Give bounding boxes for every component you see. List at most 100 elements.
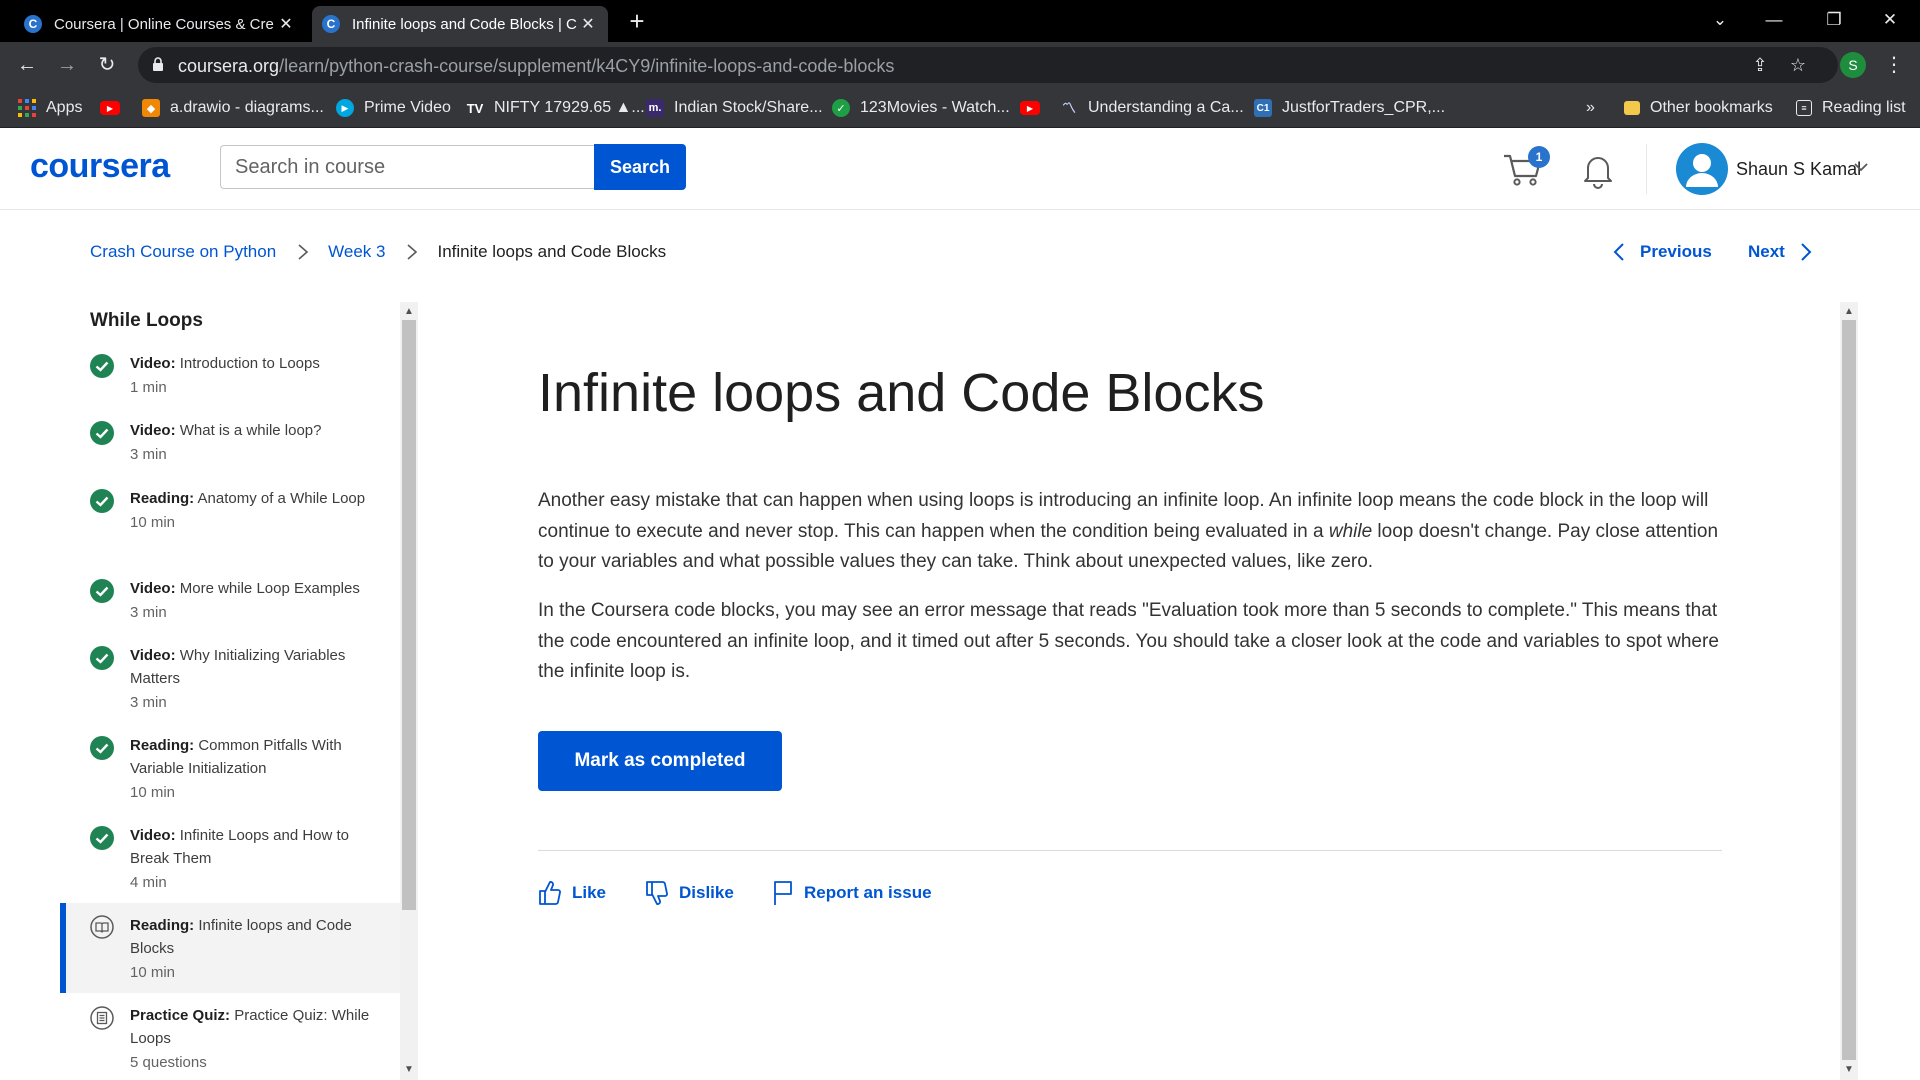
notification-bell-icon[interactable] xyxy=(1580,150,1616,190)
bookmark-label: Apps xyxy=(46,99,83,116)
dislike-label: Dislike xyxy=(679,883,734,902)
search-button[interactable]: Search xyxy=(594,144,686,190)
bookmark-label: Prime Video xyxy=(364,99,451,116)
youtube-icon: ▶ xyxy=(1020,101,1040,115)
bookmark-label: Reading list xyxy=(1822,99,1906,116)
more-vert-icon[interactable]: ⋮ xyxy=(1884,50,1904,80)
check-circle-icon xyxy=(90,354,114,378)
header-divider xyxy=(1646,144,1647,194)
bookmark-apps[interactable]: Apps xyxy=(18,96,82,120)
breadcrumb-week-link[interactable]: Week 3 xyxy=(328,242,385,262)
check-circle-icon xyxy=(90,826,114,850)
drawio-icon: ◆ xyxy=(142,99,160,117)
check-circle-icon xyxy=(90,421,114,445)
bookmark-nifty[interactable]: TV NIFTY 17929.65 ▲... xyxy=(466,96,645,120)
next-label: Next xyxy=(1748,242,1785,261)
sidebar-item-text: Video: Introduction to Loops 1 min xyxy=(130,355,320,396)
bookmark-label: Understanding a Ca... xyxy=(1088,99,1244,116)
bookmark-label: Indian Stock/Share... xyxy=(674,99,823,116)
sidebar-section-title: While Loops xyxy=(90,310,203,331)
tab-title: Infinite loops and Code Blocks | C xyxy=(352,15,577,33)
share-icon[interactable]: ⇪ xyxy=(1748,53,1772,77)
browser-tab-current[interactable]: C Infinite loops and Code Blocks | C ✕ xyxy=(312,6,608,42)
close-icon[interactable]: ✕ xyxy=(578,14,598,34)
window-close-icon[interactable]: ✕ xyxy=(1862,0,1918,40)
cart-count-badge: 1 xyxy=(1528,146,1550,168)
sidebar-item[interactable]: Video: What is a while loop? 3 min xyxy=(60,419,400,479)
sidebar-item-text: Video: More while Loop Examples 3 min xyxy=(130,580,360,621)
book-open-icon xyxy=(90,915,114,939)
scroll-down-arrow-icon[interactable]: ▼ xyxy=(403,1064,415,1076)
sidebar-item[interactable]: Reading: Common Pitfalls With Variable I… xyxy=(60,734,400,814)
bookmarks-overflow-chevron[interactable]: » xyxy=(1586,96,1595,120)
main-scrollbar[interactable]: ▲ ▼ xyxy=(1840,302,1858,1080)
lock-icon xyxy=(153,57,163,71)
restore-icon[interactable]: ❐ xyxy=(1806,0,1862,40)
report-issue-button[interactable]: Report an issue xyxy=(772,877,932,909)
coursera-logo[interactable]: coursera xyxy=(30,147,170,186)
next-item-link[interactable]: Next xyxy=(1748,242,1813,262)
bookmark-star-icon[interactable]: ☆ xyxy=(1786,53,1810,77)
sidebar-item-text: Video: Infinite Loops and How to Break T… xyxy=(130,827,350,891)
sidebar-scrollbar[interactable]: ▲ ▼ xyxy=(400,302,418,1080)
address-bar[interactable]: coursera.org/learn/python-crash-course/s… xyxy=(138,47,1838,83)
close-icon[interactable]: ✕ xyxy=(276,14,296,34)
browser-tab-coursera-home[interactable]: C Coursera | Online Courses & Cre ✕ xyxy=(14,6,306,42)
bookmark-moneycontrol[interactable]: m. Indian Stock/Share... xyxy=(646,96,823,120)
user-name[interactable]: Shaun S Kamal xyxy=(1736,159,1861,180)
sidebar-item[interactable]: Video: Why Initializing Variables Matter… xyxy=(60,644,400,724)
reload-icon[interactable]: ↻ xyxy=(92,50,122,80)
sidebar-item[interactable]: Reading: Anatomy of a While Loop 10 min xyxy=(60,487,400,567)
coursera-favicon-icon: C xyxy=(24,15,42,33)
main-scrollbar-thumb[interactable] xyxy=(1842,320,1856,1060)
quiz-list-icon xyxy=(90,1006,114,1030)
chrome-profile-avatar[interactable]: S xyxy=(1840,52,1866,78)
bookmark-123movies[interactable]: ✓ 123Movies - Watch... xyxy=(832,96,1010,120)
previous-item-link[interactable]: Previous xyxy=(1612,242,1712,262)
youtube-icon: ▶ xyxy=(100,101,120,115)
mark-as-completed-button[interactable]: Mark as completed xyxy=(538,731,782,791)
sidebar-item-text: Reading: Anatomy of a While Loop 10 min xyxy=(130,490,366,531)
forward-arrow-icon[interactable]: → xyxy=(52,50,82,80)
content-paragraph: In the Coursera code blocks, you may see… xyxy=(538,600,1719,682)
like-button[interactable]: Like xyxy=(538,877,606,909)
sidebar-item[interactable]: Video: Introduction to Loops 1 min xyxy=(60,352,400,412)
breadcrumb-current: Infinite loops and Code Blocks xyxy=(437,242,667,261)
bookmark-other-folder[interactable]: Other bookmarks xyxy=(1624,96,1773,120)
sidebar-scrollbar-thumb[interactable] xyxy=(402,320,416,910)
search-input[interactable] xyxy=(220,145,594,189)
chevron-down-icon[interactable] xyxy=(1852,158,1870,176)
sidebar-item-text: Reading: Common Pitfalls With Variable I… xyxy=(130,737,342,801)
tab-search-chevron-icon[interactable]: ⌄ xyxy=(1692,0,1748,40)
minimize-icon[interactable]: — xyxy=(1746,0,1802,40)
check-circle-icon xyxy=(90,579,114,603)
chevron-left-icon xyxy=(1613,243,1624,261)
bookmark-youtube-1[interactable]: ▶ xyxy=(100,96,130,120)
bookmark-prime-video[interactable]: ▶ Prime Video xyxy=(336,96,451,120)
coursera-favicon-icon: C xyxy=(322,15,340,33)
scroll-up-arrow-icon[interactable]: ▲ xyxy=(1843,306,1855,318)
reading-list-button[interactable]: ≡ Reading list xyxy=(1796,96,1906,120)
scroll-down-arrow-icon[interactable]: ▼ xyxy=(1843,1064,1855,1076)
new-tab-plus-icon[interactable]: + xyxy=(622,6,652,36)
browser-toolbar: ← → ↻ coursera.org/learn/python-crash-co… xyxy=(0,42,1920,88)
shield-check-icon: ✓ xyxy=(832,99,850,117)
bookmark-understanding[interactable]: 〽 Understanding a Ca... xyxy=(1060,96,1244,120)
bookmark-label: JustforTraders_CPR,... xyxy=(1282,99,1446,116)
moneycontrol-icon: m. xyxy=(646,99,664,117)
sidebar-item[interactable]: Video: Infinite Loops and How to Break T… xyxy=(60,824,400,904)
lesson-sidebar: While Loops Video: Introduction to Loops… xyxy=(60,300,400,1080)
bookmark-justfortraders[interactable]: C1 JustforTraders_CPR,... xyxy=(1254,96,1445,120)
bookmark-youtube-2[interactable]: ▶ xyxy=(1020,96,1050,120)
apps-grid-icon xyxy=(18,99,36,117)
sidebar-item-current[interactable]: Reading: Infinite loops and Code Blocks 1… xyxy=(60,903,400,993)
sidebar-item[interactable]: Video: More while Loop Examples 3 min xyxy=(60,577,400,637)
user-avatar-icon[interactable] xyxy=(1676,143,1728,195)
chevron-right-icon xyxy=(407,244,418,260)
scroll-up-arrow-icon[interactable]: ▲ xyxy=(403,306,415,318)
breadcrumb-course-link[interactable]: Crash Course on Python xyxy=(90,242,276,262)
bookmark-drawio[interactable]: ◆ a.drawio - diagrams... xyxy=(142,96,324,120)
back-arrow-icon[interactable]: ← xyxy=(12,50,42,80)
dislike-button[interactable]: Dislike xyxy=(645,877,734,909)
sidebar-item[interactable]: Practice Quiz: Practice Quiz: While Loop… xyxy=(60,1004,400,1080)
